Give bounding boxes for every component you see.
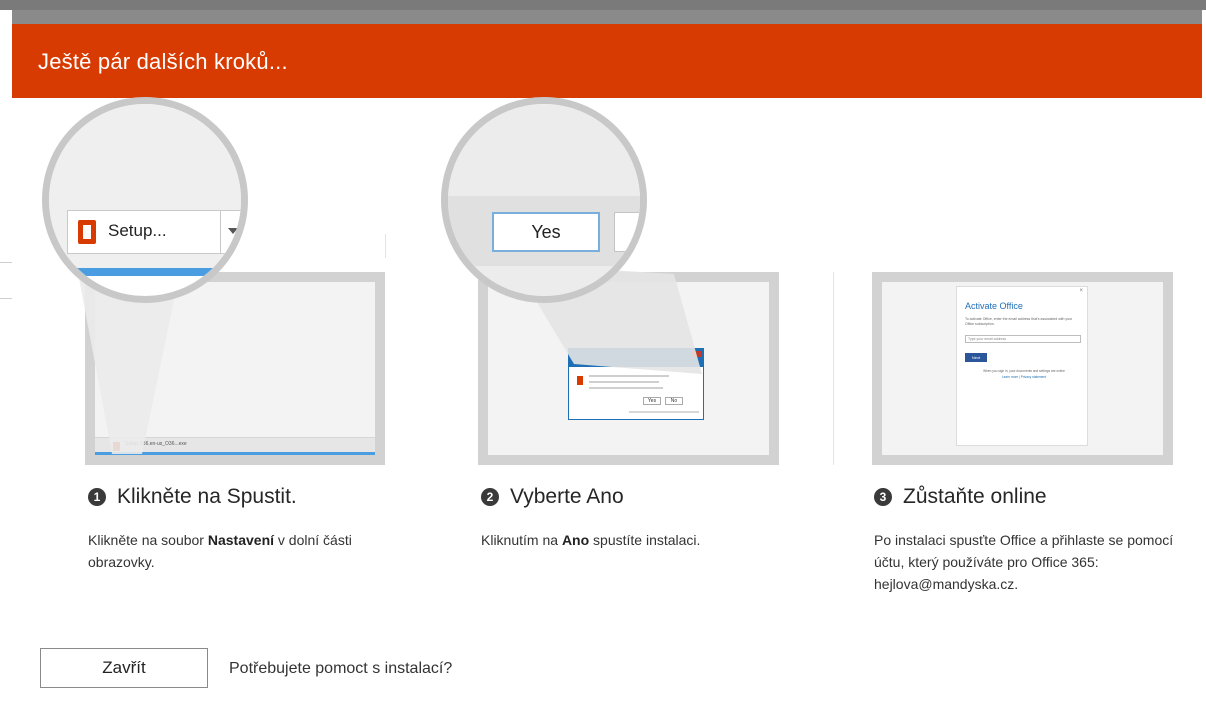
activate-links[interactable]: Learn more | Privacy statement	[971, 375, 1077, 379]
activate-email-input[interactable]: Type your email address	[965, 335, 1081, 343]
background-window-left-edge	[0, 10, 12, 713]
step3-screen: × Activate Office To activate Office, en…	[882, 282, 1163, 455]
setup-button[interactable]: Setup...	[67, 210, 241, 254]
dialog-titlebar: Ještě pár dalších kroků...	[12, 24, 1202, 98]
step3-number-badge: 3	[874, 488, 892, 506]
dialog-title: Ještě pár dalších kroků...	[38, 49, 288, 74]
column-divider	[385, 234, 386, 258]
step3-description: Po instalaci spusťte Office a přihlaste …	[874, 532, 1174, 592]
column-divider	[833, 272, 834, 465]
step2-heading: 2 Vyberte Ano	[481, 485, 624, 509]
chevron-down-icon[interactable]	[228, 228, 238, 234]
activate-next-button[interactable]: Next	[965, 353, 987, 362]
step2-number-badge: 2	[481, 488, 499, 506]
step1-description: Klikněte na soubor Nastavení v dolní čás…	[88, 532, 352, 570]
background-divider	[0, 262, 12, 263]
background-window-top	[0, 0, 1206, 10]
activate-title: Activate Office	[965, 301, 1023, 311]
step1-heading-text: Klikněte na Spustit.	[117, 485, 297, 508]
install-help-link[interactable]: Potřebujete pomoct s instalací?	[229, 660, 452, 678]
background-divider	[0, 298, 12, 299]
background-window-right-edge	[1202, 10, 1206, 713]
step1-magnifier: Setup...	[42, 97, 248, 303]
office-install-dialog: Ještě pár dalších kroků... Setup.X86.en-…	[12, 24, 1202, 713]
close-icon: ×	[1079, 288, 1083, 294]
step3-heading-text: Zůstaňte online	[903, 485, 1047, 508]
step1-number-badge: 1	[88, 488, 106, 506]
activate-footer: When you sign in, your documents and set…	[983, 369, 1065, 373]
activate-office-window: × Activate Office To activate Office, en…	[956, 286, 1088, 446]
close-button[interactable]: Zavřít	[40, 648, 208, 688]
activate-text: To activate Office, enter the email addr…	[965, 317, 1073, 326]
setup-button-label: Setup...	[108, 221, 167, 240]
step1-heading: 1 Klikněte na Spustit.	[88, 485, 297, 509]
step2-heading-text: Vyberte Ano	[510, 485, 624, 508]
step3-heading: 3 Zůstaňte online	[874, 485, 1047, 509]
yes-button[interactable]: Yes	[492, 212, 600, 252]
step2-description: Kliknutím na Ano spustíte instalaci.	[481, 532, 701, 548]
download-bar	[49, 268, 241, 276]
no-button[interactable]	[614, 212, 640, 252]
step3-monitor: × Activate Office To activate Office, en…	[872, 272, 1173, 465]
step2-magnifier: Yes	[441, 97, 647, 303]
